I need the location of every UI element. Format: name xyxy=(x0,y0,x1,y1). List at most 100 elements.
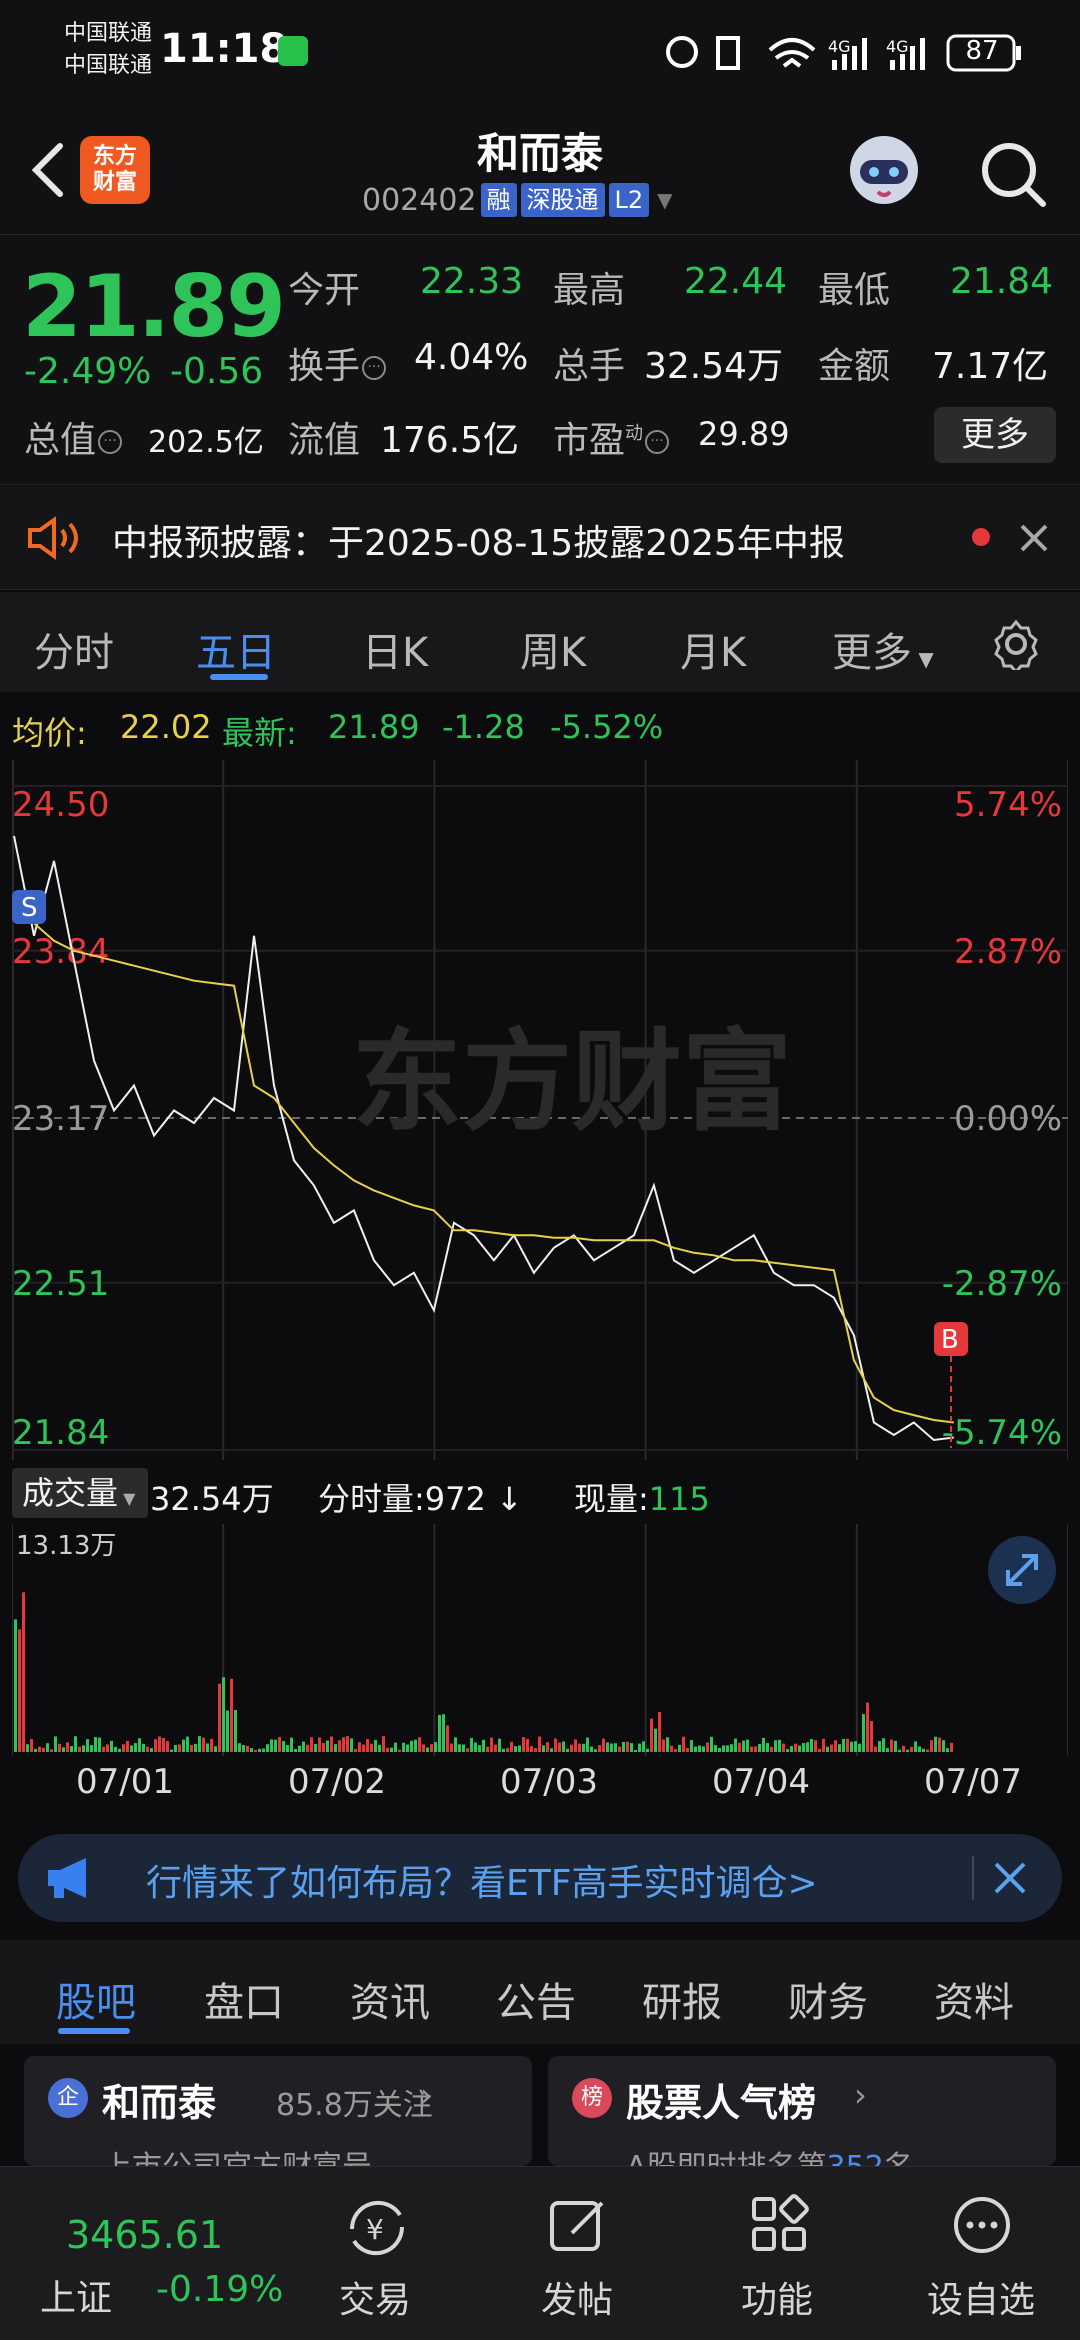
volume-bar xyxy=(342,1737,345,1752)
volume-indicator-select[interactable]: 成交量 ▼ xyxy=(12,1468,148,1518)
volume-bar xyxy=(194,1743,197,1752)
volume-bar xyxy=(462,1744,465,1752)
volume-bar xyxy=(130,1745,133,1752)
tag-margin: 融 xyxy=(480,183,517,217)
mktcap-value: 202.5亿 xyxy=(148,425,264,460)
volume-bar xyxy=(482,1739,485,1752)
volume-bar xyxy=(338,1740,341,1752)
volume-bar xyxy=(418,1737,421,1752)
nav-add-watchlist[interactable]: 设自选 xyxy=(916,2271,1046,2323)
volume-bar xyxy=(234,1709,237,1752)
volume-bar xyxy=(50,1749,53,1752)
tab-forum[interactable]: 股吧 xyxy=(56,1970,136,2028)
volume-bar xyxy=(834,1740,837,1752)
high-label: 最高 xyxy=(553,270,626,311)
volume-bar xyxy=(162,1737,165,1752)
volume-bar xyxy=(102,1746,105,1752)
pe-label[interactable]: 市盈动 ··· xyxy=(553,411,670,463)
nav-post[interactable]: 发帖 xyxy=(522,2271,632,2323)
volume-bar xyxy=(354,1748,357,1752)
volume-bar xyxy=(862,1714,865,1752)
volume-bar xyxy=(750,1746,753,1752)
volume-bar xyxy=(674,1749,677,1752)
volume-label: 总手 xyxy=(553,346,626,387)
volume-total: 32.54万 xyxy=(150,1480,274,1518)
tab-news[interactable]: 资讯 xyxy=(350,1970,430,2028)
volume-bar xyxy=(838,1744,841,1752)
volume-bar xyxy=(158,1736,161,1752)
stock-code-row[interactable]: 002402 融 深股通 L2 ▼ xyxy=(362,182,673,218)
tab-weekly-k[interactable]: 周K xyxy=(520,620,586,678)
volume-bar xyxy=(530,1746,533,1752)
volume-bar xyxy=(934,1736,937,1752)
etf-promo-banner[interactable]: 行情来了如何布局？看ETF高手实时调仓> xyxy=(18,1834,1062,1922)
close-icon[interactable] xyxy=(992,1860,1028,1896)
nav-trade[interactable]: 交易 xyxy=(320,2271,430,2323)
volume-bar xyxy=(842,1738,845,1752)
volume-bar xyxy=(426,1747,429,1752)
volume-bar xyxy=(90,1745,93,1752)
tab-more[interactable]: 更多 ▼ xyxy=(832,620,934,678)
back-arrow-icon[interactable] xyxy=(24,140,74,200)
expand-chart-button[interactable] xyxy=(988,1536,1056,1604)
volume-bar xyxy=(474,1742,477,1752)
tab-monthly-k[interactable]: 月K xyxy=(680,620,746,678)
eastmoney-logo[interactable]: 东方 财富 xyxy=(80,136,150,204)
search-icon[interactable] xyxy=(975,136,1051,212)
latest-change: -1.28 xyxy=(442,708,525,746)
volume-bar xyxy=(570,1744,573,1752)
volume-bar xyxy=(850,1741,853,1752)
volume-bar xyxy=(14,1619,17,1752)
tab-daily-k[interactable]: 日K xyxy=(362,620,428,678)
tab-profile[interactable]: 资料 xyxy=(934,1970,1014,2028)
volume-bar xyxy=(502,1748,505,1752)
more-quote-button[interactable]: 更多 xyxy=(934,407,1056,463)
volume-bar xyxy=(586,1737,589,1752)
volume-bar xyxy=(938,1737,941,1752)
volume-bar xyxy=(150,1748,153,1752)
price-chart[interactable]: 东方财富 24.50 5.74% 23.84 2.87% 23.17 0.00% 22.51… xyxy=(12,760,1068,1460)
volume-bar xyxy=(686,1747,689,1752)
volume-bar xyxy=(78,1746,81,1752)
index-name[interactable]: 上证 xyxy=(40,2269,112,2321)
grid-apps-icon xyxy=(752,2194,809,2251)
nav-functions[interactable]: 功能 xyxy=(722,2271,832,2323)
volume-bar xyxy=(734,1738,737,1752)
popularity-card[interactable]: 榜 股票人气榜 › A股即时排名第352名 xyxy=(548,2056,1056,2166)
assistant-robot-icon[interactable] xyxy=(842,128,926,212)
tab-research[interactable]: 研报 xyxy=(642,1970,722,2028)
volume-bar xyxy=(534,1748,537,1752)
tab-orderbook[interactable]: 盘口 xyxy=(204,1970,284,2028)
sell-marker[interactable]: S xyxy=(12,890,46,924)
volume-bar xyxy=(678,1744,681,1752)
company-card[interactable]: 企 和而泰 85.8万关注 › 上市公司官方财富号 xyxy=(24,2056,532,2166)
mktcap-label[interactable]: 总值 ··· xyxy=(24,411,123,463)
volume-bar xyxy=(882,1738,885,1752)
volume-bar xyxy=(202,1737,205,1752)
volume-chart[interactable]: 13.13万 xyxy=(12,1524,1068,1756)
volume-bar xyxy=(402,1742,405,1752)
tab-intraday[interactable]: 分时 xyxy=(34,620,114,678)
turnover-label[interactable]: 换手 ··· xyxy=(288,337,387,389)
volume-bar xyxy=(278,1736,281,1752)
volume-bar xyxy=(926,1749,929,1752)
volume-bar xyxy=(386,1747,389,1752)
gear-icon[interactable] xyxy=(990,618,1042,670)
volume-bar xyxy=(266,1744,269,1752)
tab-financials[interactable]: 财务 xyxy=(788,1970,868,2028)
notice-bar[interactable]: 中报预披露：于2025-08-15披露2025年中报 xyxy=(0,486,1080,590)
volume-bar xyxy=(918,1746,921,1752)
enterprise-badge-icon: 企 xyxy=(48,2078,88,2118)
volume-bar xyxy=(666,1737,669,1752)
volume-bar xyxy=(722,1745,725,1752)
tab-announcements[interactable]: 公告 xyxy=(496,1970,576,2028)
close-icon[interactable] xyxy=(1018,522,1050,554)
volume-bar xyxy=(214,1746,217,1752)
volume-bar xyxy=(738,1742,741,1752)
y-axis-right-label: 0.00% xyxy=(954,1099,1062,1139)
index-change[interactable]: -0.19% xyxy=(156,2269,283,2310)
index-value[interactable]: 3465.61 xyxy=(66,2213,223,2257)
tab-five-day[interactable]: 五日 xyxy=(196,620,276,678)
volume-bar xyxy=(494,1744,497,1752)
rank-badge-icon: 榜 xyxy=(572,2078,612,2118)
